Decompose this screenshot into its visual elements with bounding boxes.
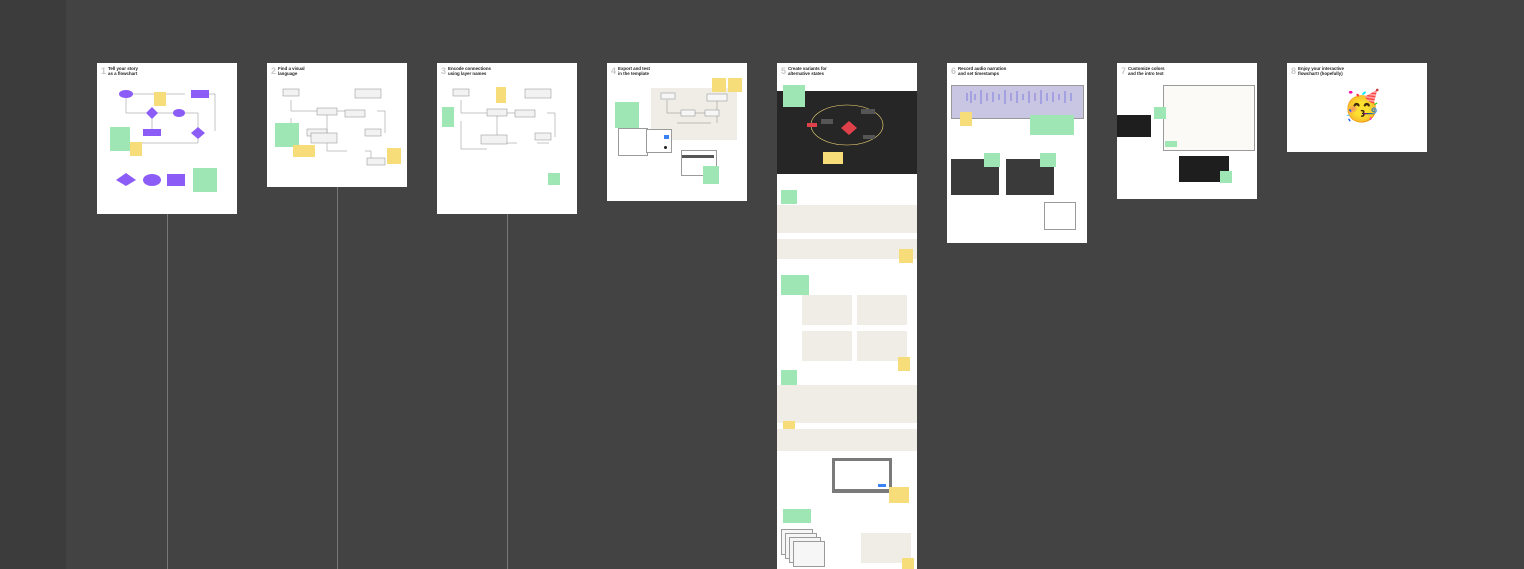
- step-frame-2[interactable]: 2 Find a visual language: [267, 63, 407, 187]
- export-button: [664, 135, 669, 139]
- dark-variant-drawing: [807, 104, 884, 146]
- sticky-note: [110, 127, 130, 151]
- sticky-note: [1154, 107, 1166, 119]
- sticky-note: [781, 275, 809, 295]
- step-frame-4[interactable]: 4 Export and test in the template: [607, 63, 747, 201]
- step-frame-3[interactable]: 3 Encode connections using layer names: [437, 63, 577, 214]
- sticky-note: [984, 153, 1000, 167]
- sticky-note: [615, 102, 639, 128]
- export-panel: [646, 129, 672, 153]
- sticky-note: [889, 487, 909, 503]
- variant-row: [777, 429, 917, 451]
- sticky-note: [154, 92, 166, 106]
- sticky-note: [898, 357, 910, 371]
- party-face-icon: 🥳: [1343, 90, 1381, 123]
- frame-title: 7 Customize colors and the intro text: [1121, 66, 1165, 77]
- frame-title: 8 Enjoy your interactive flowchart! (hop…: [1291, 66, 1344, 77]
- step-frame-7[interactable]: 7 Customize colors and the intro text: [1117, 63, 1257, 199]
- variant-card: [802, 331, 852, 361]
- code-editor: [1117, 115, 1151, 137]
- sticky-note: [275, 123, 299, 147]
- sticky-note: [781, 190, 797, 204]
- properties-dialog: [832, 458, 892, 493]
- sticky-note: [1220, 171, 1232, 183]
- variant-row: [777, 205, 917, 233]
- sticky-note: [899, 249, 913, 263]
- variant-row: [777, 385, 917, 423]
- sticky-note: [193, 168, 217, 192]
- variant-card: [857, 295, 907, 325]
- step-number: 8: [1291, 66, 1297, 76]
- connector-line: [167, 214, 168, 569]
- step-title: Enjoy your interactive flowchart! (hopef…: [1298, 66, 1344, 76]
- connector-line: [507, 214, 508, 569]
- sticky-note: [823, 152, 843, 164]
- connector-line: [337, 187, 338, 569]
- sticky-note: [781, 370, 797, 386]
- sticky-note: [703, 166, 719, 184]
- step-frame-6[interactable]: 6 Record audio narration and set timesta…: [947, 63, 1087, 243]
- step-frame-5[interactable]: 5 Create variants for alternative states: [777, 63, 917, 569]
- layer-names-drawing: [452, 88, 556, 150]
- sticky-note: [728, 78, 742, 92]
- sticky-note: [496, 87, 506, 103]
- step-title: Customize colors and the intro text: [1128, 66, 1165, 76]
- step-number: 7: [1121, 66, 1127, 76]
- record-dot: [664, 146, 667, 149]
- sticky-note: [1040, 153, 1056, 167]
- variant-card: [802, 295, 852, 325]
- sticky-note: [783, 509, 811, 523]
- sticky-note: [130, 142, 142, 156]
- sticky-note: [1165, 141, 1177, 147]
- sticky-note: [783, 85, 805, 107]
- sticky-note: [442, 107, 454, 127]
- menu-highlight: [682, 155, 714, 158]
- sticky-note: [712, 78, 726, 92]
- settings-panel: [1044, 202, 1076, 230]
- sticky-note: [960, 112, 972, 126]
- stacked-frame: [793, 541, 825, 567]
- sticky-note: [548, 173, 560, 185]
- sticky-note: [902, 558, 914, 569]
- variant-row: [777, 239, 917, 259]
- canvas-left-strip: [0, 0, 66, 569]
- sticky-note: [387, 148, 401, 164]
- step-frame-1[interactable]: 1 Tell your story as a flowchart: [97, 63, 237, 214]
- step-frame-8[interactable]: 8 Enjoy your interactive flowchart! (hop…: [1287, 63, 1427, 152]
- sticky-note: [1030, 115, 1074, 135]
- export-dialog: [618, 128, 648, 156]
- sticky-note: [293, 145, 315, 157]
